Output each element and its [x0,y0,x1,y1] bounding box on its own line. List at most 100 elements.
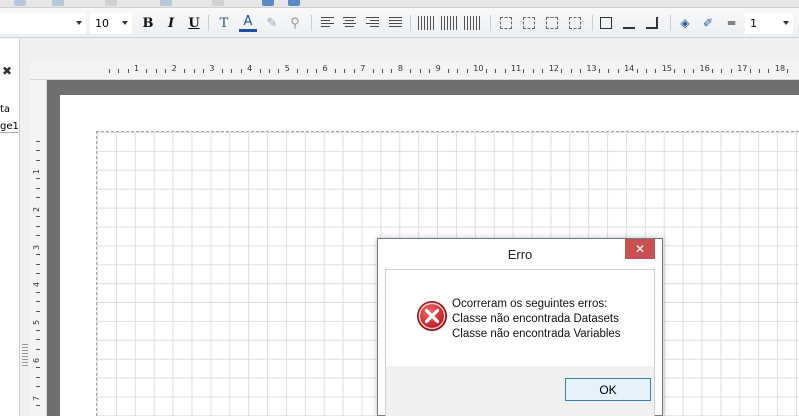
close-icon[interactable]: ✖ [2,64,12,78]
pen-color-icon[interactable]: ✐ [699,14,717,32]
line-width-combo[interactable]: 1 [745,13,793,34]
bold-button[interactable]: B [139,14,157,32]
underline-button[interactable]: U [185,14,203,32]
ruler-label: 6 [322,64,328,73]
splitter-grip-icon[interactable] [22,344,28,366]
ok-button[interactable]: OK [565,378,651,401]
ruler-label: 4 [32,282,42,288]
ruler-label: 3 [209,64,215,73]
ruler-tick [202,69,204,73]
ruler-tick [749,69,751,73]
dialog-close-button[interactable]: ✕ [625,239,655,259]
ruler-tick [768,69,770,73]
ruler-tick [36,348,40,350]
font-name-combo[interactable] [0,13,86,34]
ruler-tick [184,69,186,73]
error-message-line: Ocorreram os seguintes erros: [452,298,608,310]
ruler-tick [36,301,40,303]
ruler-tick [36,376,40,378]
vertical-align-bottom-icon[interactable] [464,16,480,30]
ruler-tick [504,69,506,73]
ruler-tick [721,69,723,73]
ruler-tick [730,69,732,73]
align-right-icon[interactable] [366,17,379,28]
ruler-tick [645,69,647,73]
border-outer-icon[interactable] [569,17,581,29]
dialog-content: Ocorreram os seguintes erros: Classe não… [385,269,655,416]
border-right-icon[interactable] [646,17,658,29]
ruler-tick [523,69,525,73]
dialog-titlebar[interactable]: Erro ✕ [378,239,662,269]
error-icon [417,301,447,331]
highlight-icon[interactable]: ✎ [263,14,281,32]
ruler-tick [36,329,40,331]
ruler-tick [127,69,129,73]
toolbar-icon[interactable] [212,0,224,6]
ruler-tick [608,69,610,73]
font-size-combo[interactable]: 10 [90,13,132,34]
ruler-label: 7 [360,64,366,73]
toolbar-icon[interactable] [52,0,64,6]
ruler-label: 10 [473,64,484,73]
ruler-label: 14 [624,64,635,73]
ruler-tick [391,69,393,73]
border-none-icon[interactable] [500,17,512,29]
vertical-align-center-icon[interactable] [441,16,457,30]
ruler-tick [36,178,40,180]
ruler-tick [193,69,195,73]
ruler-tick [693,69,695,73]
toolbar-icon[interactable] [288,0,300,6]
tree-item-page[interactable]: ge1 [0,121,18,133]
ruler-label: 8 [397,64,403,73]
text-style-button[interactable]: T [215,14,233,32]
border-bottom-icon[interactable] [623,17,635,29]
ruler-tick [655,69,657,73]
error-dialog: Erro ✕ Ocorreram os seguintes erros: Cla… [377,238,663,416]
ruler-tick [36,140,40,142]
error-message-line: Classe não encontrada Datasets [452,313,619,325]
separator [311,15,312,31]
ruler-tick [36,216,40,218]
ruler-tick [787,69,789,73]
ruler-tick [297,69,299,73]
line-style-icon[interactable]: ═ [722,14,740,32]
align-center-icon[interactable] [343,17,356,28]
toolbar-icon[interactable] [262,0,274,6]
ruler-tick [36,197,40,199]
ruler-tick [598,69,600,73]
ruler-tick [334,69,336,73]
ruler-tick [268,69,270,73]
font-color-button[interactable]: A [239,14,257,32]
border-all-icon[interactable] [600,17,612,29]
ruler-tick [108,69,110,73]
toolbar-icon[interactable] [14,0,26,6]
font-size-value: 10 [95,17,109,30]
ruler-tick [419,69,421,73]
ruler-tick [36,150,40,152]
ruler-label: 11 [511,64,522,73]
ruler-tick [36,405,40,407]
panel-splitter[interactable] [20,39,30,416]
toolbar-icon[interactable] [160,0,172,6]
ruler-tick [155,69,157,73]
align-left-icon[interactable] [321,17,334,28]
vertical-align-top-icon[interactable] [418,16,434,30]
toolbar-icon[interactable] [105,0,117,6]
tree-item[interactable]: ta [0,104,10,115]
separator [592,15,593,31]
top-toolbar [0,0,799,8]
link-icon[interactable]: ⚲ [286,14,304,32]
border-inner-icon[interactable] [523,17,535,29]
ruler-tick [382,69,384,73]
ruler-label: 18 [774,64,786,73]
chevron-down-icon [76,21,82,25]
horizontal-ruler: 1 2 3 4 5 6 7 8 9 10 11 12 13 14 15 16 17 18 [30,61,799,80]
separator [208,15,209,31]
ruler-tick [485,69,487,73]
ruler-tick [448,69,450,73]
align-justify-icon[interactable] [389,17,402,28]
fill-color-icon[interactable]: ◈ [676,14,694,32]
italic-button[interactable]: I [162,14,180,32]
ruler-tick [221,69,223,73]
border-top-icon[interactable] [546,17,558,29]
